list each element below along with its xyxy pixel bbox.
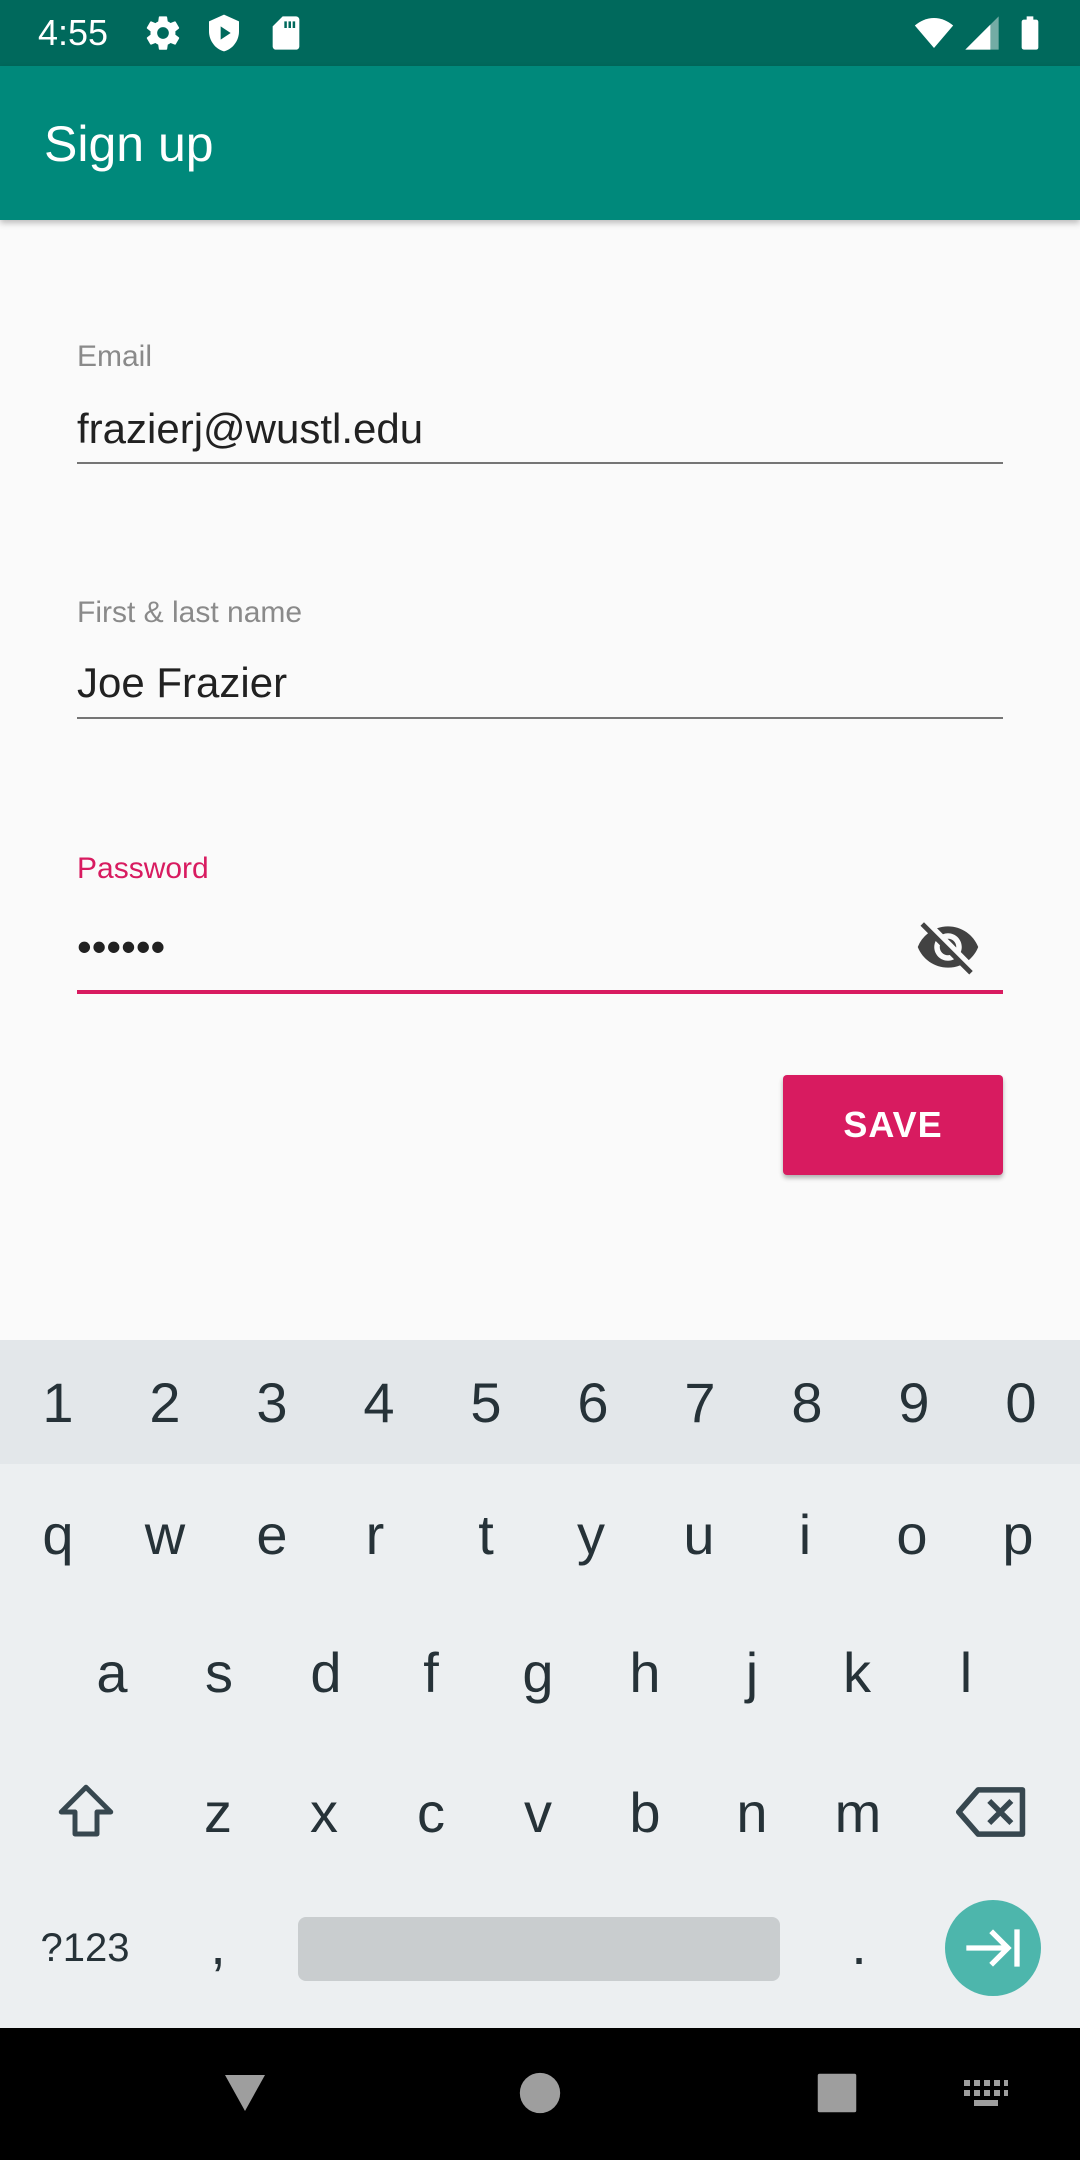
email-underline (77, 462, 1003, 464)
period-key[interactable]: . (815, 1896, 903, 1992)
keyboard-switch-icon[interactable] (952, 2068, 1020, 2120)
key-c[interactable]: c (387, 1764, 475, 1860)
password-underline (77, 990, 1003, 994)
key-k[interactable]: k (813, 1624, 901, 1720)
battery-icon (1010, 13, 1050, 53)
key-q[interactable]: q (14, 1486, 102, 1582)
comma-key[interactable]: , (174, 1896, 262, 1992)
next-tab-icon[interactable] (945, 1900, 1041, 1996)
email-label: Email (77, 340, 153, 373)
key-1[interactable]: 1 (14, 1358, 102, 1446)
key-5[interactable]: 5 (442, 1358, 530, 1446)
back-icon[interactable] (210, 2058, 280, 2128)
name-field[interactable]: First & last name Joe Frazier (77, 596, 1003, 726)
key-a[interactable]: a (68, 1624, 156, 1720)
key-i[interactable]: i (761, 1486, 849, 1582)
name-input[interactable]: Joe Frazier (77, 658, 287, 708)
key-v[interactable]: v (494, 1764, 582, 1860)
cell-signal-icon (962, 13, 1002, 53)
key-6[interactable]: 6 (549, 1358, 637, 1446)
key-y[interactable]: y (547, 1486, 635, 1582)
space-key[interactable] (298, 1917, 780, 1981)
soft-keyboard: 1 2 3 4 5 6 7 8 9 0 q w e r t y u i o p … (0, 1340, 1080, 2028)
key-w[interactable]: w (121, 1486, 209, 1582)
status-time: 4:55 (38, 12, 109, 53)
name-underline (77, 717, 1003, 719)
key-t[interactable]: t (442, 1486, 530, 1582)
recents-icon[interactable] (802, 2058, 872, 2128)
key-7[interactable]: 7 (656, 1358, 744, 1446)
key-0[interactable]: 0 (977, 1358, 1065, 1446)
password-input[interactable]: •••••• (77, 922, 165, 972)
sd-card-icon (266, 13, 306, 53)
key-3[interactable]: 3 (228, 1358, 316, 1446)
key-s[interactable]: s (175, 1624, 263, 1720)
gear-icon (143, 13, 183, 53)
key-4[interactable]: 4 (335, 1358, 423, 1446)
key-j[interactable]: j (708, 1624, 796, 1720)
key-x[interactable]: x (280, 1764, 368, 1860)
symbols-key[interactable]: ?123 (26, 1900, 144, 1996)
password-label: Password (77, 852, 209, 885)
wifi-icon (912, 13, 956, 53)
shift-icon[interactable] (40, 1764, 132, 1860)
name-label: First & last name (77, 596, 303, 629)
key-b[interactable]: b (601, 1764, 689, 1860)
key-e[interactable]: e (228, 1486, 316, 1582)
key-p[interactable]: p (974, 1486, 1062, 1582)
visibility-off-icon[interactable] (915, 914, 981, 980)
key-9[interactable]: 9 (870, 1358, 958, 1446)
key-r[interactable]: r (331, 1486, 419, 1582)
home-icon[interactable] (505, 2058, 575, 2128)
email-field[interactable]: Email frazierj@wustl.edu (77, 340, 1003, 470)
key-n[interactable]: n (708, 1764, 796, 1860)
key-2[interactable]: 2 (121, 1358, 209, 1446)
page-title: Sign up (44, 116, 214, 172)
shield-icon (204, 13, 244, 53)
key-f[interactable]: f (387, 1624, 475, 1720)
key-m[interactable]: m (814, 1764, 902, 1860)
key-z[interactable]: z (174, 1764, 262, 1860)
app-bar: Sign up (0, 66, 1080, 220)
key-l[interactable]: l (922, 1624, 1010, 1720)
backspace-icon[interactable] (944, 1764, 1040, 1860)
key-u[interactable]: u (655, 1486, 743, 1582)
key-o[interactable]: o (868, 1486, 956, 1582)
password-field[interactable]: Password •••••• (77, 852, 1003, 998)
nav-bar (0, 2028, 1080, 2160)
key-h[interactable]: h (601, 1624, 689, 1720)
key-g[interactable]: g (494, 1624, 582, 1720)
email-input[interactable]: frazierj@wustl.edu (77, 404, 423, 454)
key-8[interactable]: 8 (763, 1358, 851, 1446)
status-bar: 4:55 (0, 0, 1080, 66)
key-d[interactable]: d (282, 1624, 370, 1720)
save-button[interactable]: SAVE (783, 1075, 1003, 1175)
